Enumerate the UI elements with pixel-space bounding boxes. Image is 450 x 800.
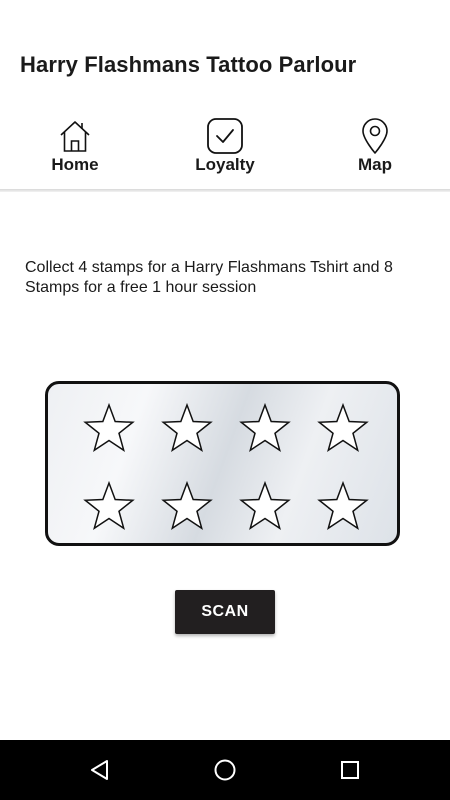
stamp-star-icon <box>238 480 292 534</box>
tab-map-label: Map <box>358 155 392 174</box>
stamp-star-icon <box>316 402 370 456</box>
system-navigation-bar <box>0 740 450 800</box>
stamp-star-icon <box>160 480 214 534</box>
map-pin-icon <box>355 116 395 156</box>
tab-map[interactable]: Map <box>300 110 450 190</box>
tab-bar: Home Loyalty Map <box>0 110 450 191</box>
home-icon <box>55 116 95 156</box>
home-circle-icon[interactable] <box>210 755 240 785</box>
stamp-star-icon <box>316 480 370 534</box>
scan-button[interactable]: SCAN <box>175 590 275 634</box>
back-icon[interactable] <box>85 755 115 785</box>
loyalty-screen: Harry Flashmans Tattoo Parlour Home Loya… <box>0 0 450 800</box>
stamp-star-icon <box>82 402 136 456</box>
stamp-star-icon <box>82 480 136 534</box>
stamp-star-icon <box>160 402 214 456</box>
stamp-card <box>45 381 400 546</box>
app-title: Harry Flashmans Tattoo Parlour <box>20 52 357 77</box>
tab-home-label: Home <box>51 155 99 174</box>
tab-bar-divider <box>0 189 450 192</box>
loyalty-description: Collect 4 stamps for a Harry Flashmans T… <box>25 259 393 296</box>
recents-icon[interactable] <box>335 755 365 785</box>
checkbox-icon <box>205 116 245 156</box>
tab-loyalty[interactable]: Loyalty <box>150 110 300 191</box>
tab-home[interactable]: Home <box>0 110 150 190</box>
stamp-star-icon <box>238 402 292 456</box>
tab-loyalty-label: Loyalty <box>195 155 255 174</box>
